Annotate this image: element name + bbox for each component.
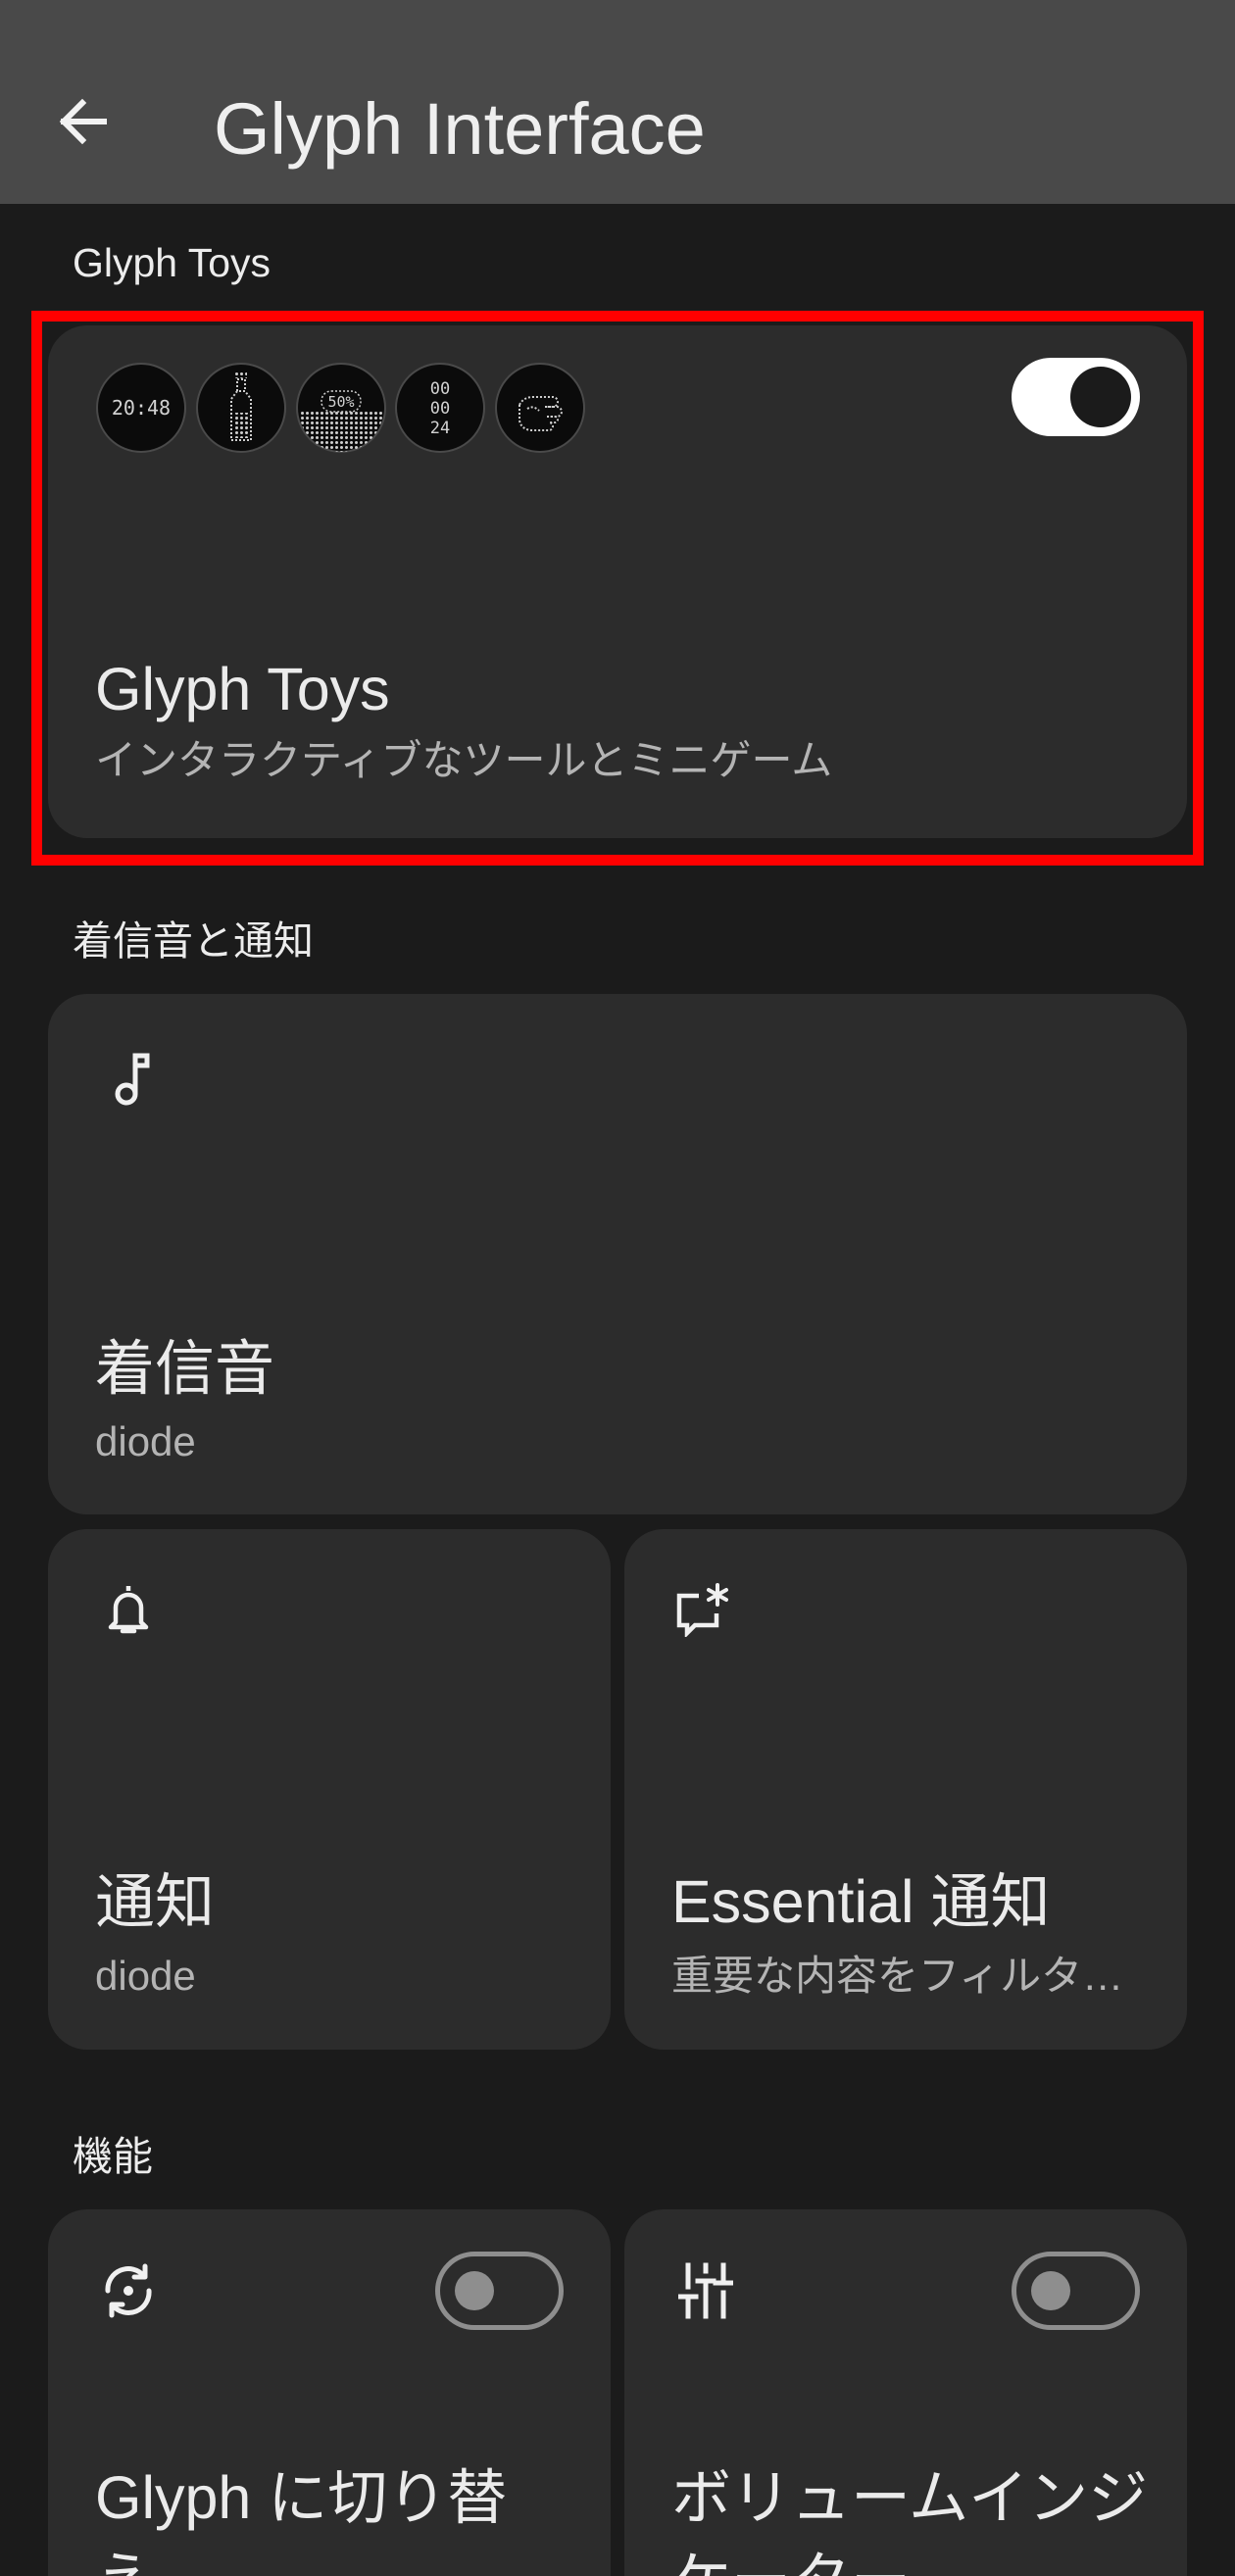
flip-to-glyph-card[interactable]: Glyph に切り替え xyxy=(48,2209,611,2576)
essential-notification-icon xyxy=(673,1582,732,1637)
glyph-toys-toggle[interactable] xyxy=(1012,358,1140,436)
battery-toy-level: 50% xyxy=(327,393,354,411)
section-label-features: 機能 xyxy=(73,2134,153,2179)
page-title: Glyph Interface xyxy=(214,88,706,170)
sliders-icon xyxy=(678,2261,733,2320)
notifications-title: 通知 xyxy=(95,1868,216,1935)
timer-toy-line-1: 00 xyxy=(430,379,450,399)
back-button[interactable] xyxy=(51,90,114,153)
ringtone-card[interactable]: 着信音 diode xyxy=(48,994,1187,1514)
section-label-glyph-toys: Glyph Toys xyxy=(73,240,272,285)
ringtone-value: diode xyxy=(95,1418,196,1464)
essential-notifications-title: Essential 通知 xyxy=(671,1868,1051,1935)
essential-notifications-subtitle: 重要な内容をフィルタ… xyxy=(671,1953,1124,1999)
bell-icon xyxy=(105,1582,152,1637)
essential-notifications-card[interactable]: Essential 通知 重要な内容をフィルタ… xyxy=(624,1529,1187,2050)
timer-toy-line-3: 24 xyxy=(430,419,450,438)
glyph-interface-screen: Glyph Interface Glyph Toys 20:48 50% 00 … xyxy=(0,0,1235,2576)
glyph-toys-card-subtitle: インタラクティブなツールとミニゲーム xyxy=(95,737,833,783)
section-label-ringtones-notifications: 着信音と通知 xyxy=(73,918,314,964)
flip-to-glyph-toggle[interactable] xyxy=(435,2252,564,2330)
clock-toy-icon: 20:48 xyxy=(95,362,187,454)
glyph-toys-card-title: Glyph Toys xyxy=(95,656,390,722)
glyph-toys-card[interactable]: 20:48 50% 00 00 24 Glyph Toys インタラクティブなツ… xyxy=(48,325,1187,838)
ringtone-title: 着信音 xyxy=(95,1335,275,1402)
music-note-icon xyxy=(112,1051,151,1106)
notifications-card[interactable]: 通知 diode xyxy=(48,1529,611,2050)
flip-rotate-icon xyxy=(99,2261,158,2320)
flip-to-glyph-title: Glyph に切り替え xyxy=(95,2464,508,2576)
timer-toy-line-2: 00 xyxy=(430,399,450,419)
top-app-bar: Glyph Interface xyxy=(0,0,1235,204)
volume-indicator-card[interactable]: ボリュームインジケーター xyxy=(624,2209,1187,2576)
fist-toy-icon xyxy=(494,362,586,454)
clock-toy-time: 20:48 xyxy=(112,396,171,420)
toggle-knob xyxy=(1031,2271,1070,2310)
battery-toy-icon: 50% xyxy=(295,362,387,454)
arrow-back-icon xyxy=(59,98,107,145)
toggle-knob xyxy=(455,2271,494,2310)
volume-indicator-title: ボリュームインジケーター xyxy=(671,2464,1149,2576)
notifications-value: diode xyxy=(95,1953,196,1999)
toggle-knob xyxy=(1070,367,1131,427)
bottle-toy-icon xyxy=(195,362,287,454)
timer-toy-icon: 00 00 24 xyxy=(394,362,486,454)
volume-indicator-toggle[interactable] xyxy=(1012,2252,1140,2330)
